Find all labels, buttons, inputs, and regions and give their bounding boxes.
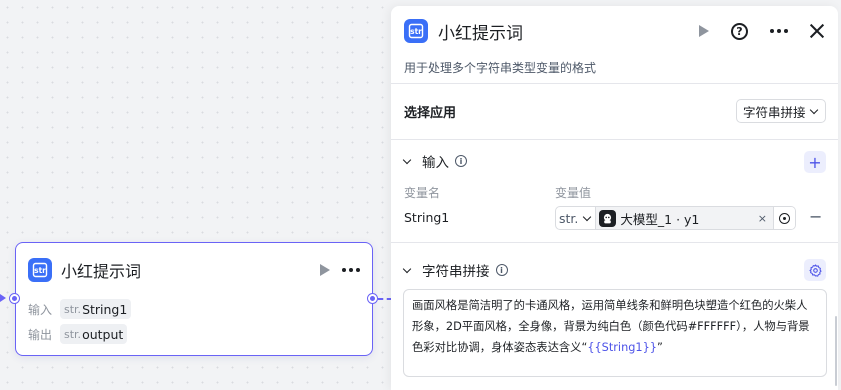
select-app-label: 选择应用 [404, 106, 457, 121]
node-output-chip: str. output [60, 324, 128, 344]
string-icon: str [28, 258, 52, 282]
node-input-port[interactable] [10, 294, 19, 303]
select-app-value: 字符串拼接 [743, 104, 806, 120]
panel-header: str 小红提示词 ? [404, 18, 824, 44]
workflow-node[interactable]: str 小红提示词 输入 str. String1 输出 str. output [10, 242, 377, 356]
workflow-canvas[interactable]: str 小红提示词 输入 str. String1 输出 str. output [0, 0, 841, 390]
var-type-select[interactable]: str. [556, 207, 597, 229]
panel-title[interactable]: 小红提示词 [438, 19, 523, 44]
node-input-chip: str. String1 [60, 299, 132, 319]
svg-text:str: str [34, 266, 46, 275]
var-reference-text: 大模型_1 · y1 [620, 211, 700, 227]
node-header: str 小红提示词 [28, 257, 360, 283]
template-variable: {{String1}} [587, 341, 657, 354]
var-value-field[interactable]: str. 大模型_1 · y1 × [555, 206, 796, 230]
node-output-var: output [82, 326, 124, 342]
divider [391, 83, 838, 84]
node-input-var: String1 [82, 301, 128, 317]
clear-icon[interactable]: × [758, 212, 767, 225]
remove-input-button[interactable]: − [809, 207, 822, 226]
run-icon[interactable] [699, 25, 709, 37]
type-tag: str. [64, 327, 82, 341]
close-icon[interactable] [810, 24, 824, 38]
gear-icon [808, 263, 822, 277]
concat-section-title: 字符串拼接 [422, 264, 490, 280]
type-tag: str. [64, 302, 82, 316]
panel-description[interactable]: 用于处理多个字符串类型变量的格式 [404, 59, 596, 76]
node-settings-panel: str 小红提示词 ? 用于处理多个字符串类型变量的格式 选择应用 字符串拼接 … [391, 6, 838, 390]
select-app-dropdown[interactable]: 字符串拼接 [736, 99, 826, 123]
svg-text:str: str [410, 27, 422, 36]
node-input-label: 输入 [28, 302, 53, 317]
input-section-header[interactable]: 输入 i [402, 151, 467, 171]
var-reference[interactable]: 大模型_1 · y1 × [596, 207, 773, 229]
info-icon[interactable]: i [495, 264, 508, 276]
var-type-value: str. [559, 210, 579, 226]
node-output-row: 输出 str. output [28, 324, 128, 344]
help-icon[interactable]: ? [731, 22, 748, 40]
chevron-down-icon[interactable] [402, 264, 412, 273]
divider [391, 139, 838, 140]
info-icon[interactable]: i [455, 155, 467, 167]
incoming-edge-arrow [0, 294, 6, 302]
add-input-button[interactable]: + [804, 151, 826, 173]
node-title: 小红提示词 [61, 262, 142, 281]
scrollbar[interactable] [835, 316, 837, 386]
node-input-row: 输入 str. String1 [28, 299, 132, 319]
input-section-title: 输入 [422, 155, 449, 171]
col-header-value: 变量值 [555, 186, 592, 200]
string-icon: str [404, 19, 428, 43]
settings-button[interactable] [804, 259, 826, 281]
chevron-down-icon [809, 105, 818, 114]
target-icon[interactable] [773, 207, 795, 229]
col-header-name: 变量名 [404, 186, 441, 200]
play-icon[interactable] [320, 264, 330, 276]
chevron-down-icon [583, 212, 592, 221]
chevron-down-icon[interactable] [402, 155, 412, 164]
node-output-port[interactable] [368, 294, 377, 303]
outgoing-edge [378, 298, 392, 300]
more-icon[interactable] [342, 268, 360, 272]
bot-icon [599, 209, 617, 227]
var-name-field[interactable]: String1 [404, 210, 449, 225]
concat-template-input[interactable]: 画面风格是简洁明了的卡通风格，运用简单线条和鲜明色块塑造个红色的火柴人形象，2D… [403, 289, 827, 377]
concat-section-header[interactable]: 字符串拼接 i [402, 260, 508, 280]
more-icon[interactable] [770, 29, 788, 33]
divider [391, 242, 838, 243]
node-output-label: 输出 [28, 327, 53, 342]
template-text-end: ” [656, 341, 663, 354]
